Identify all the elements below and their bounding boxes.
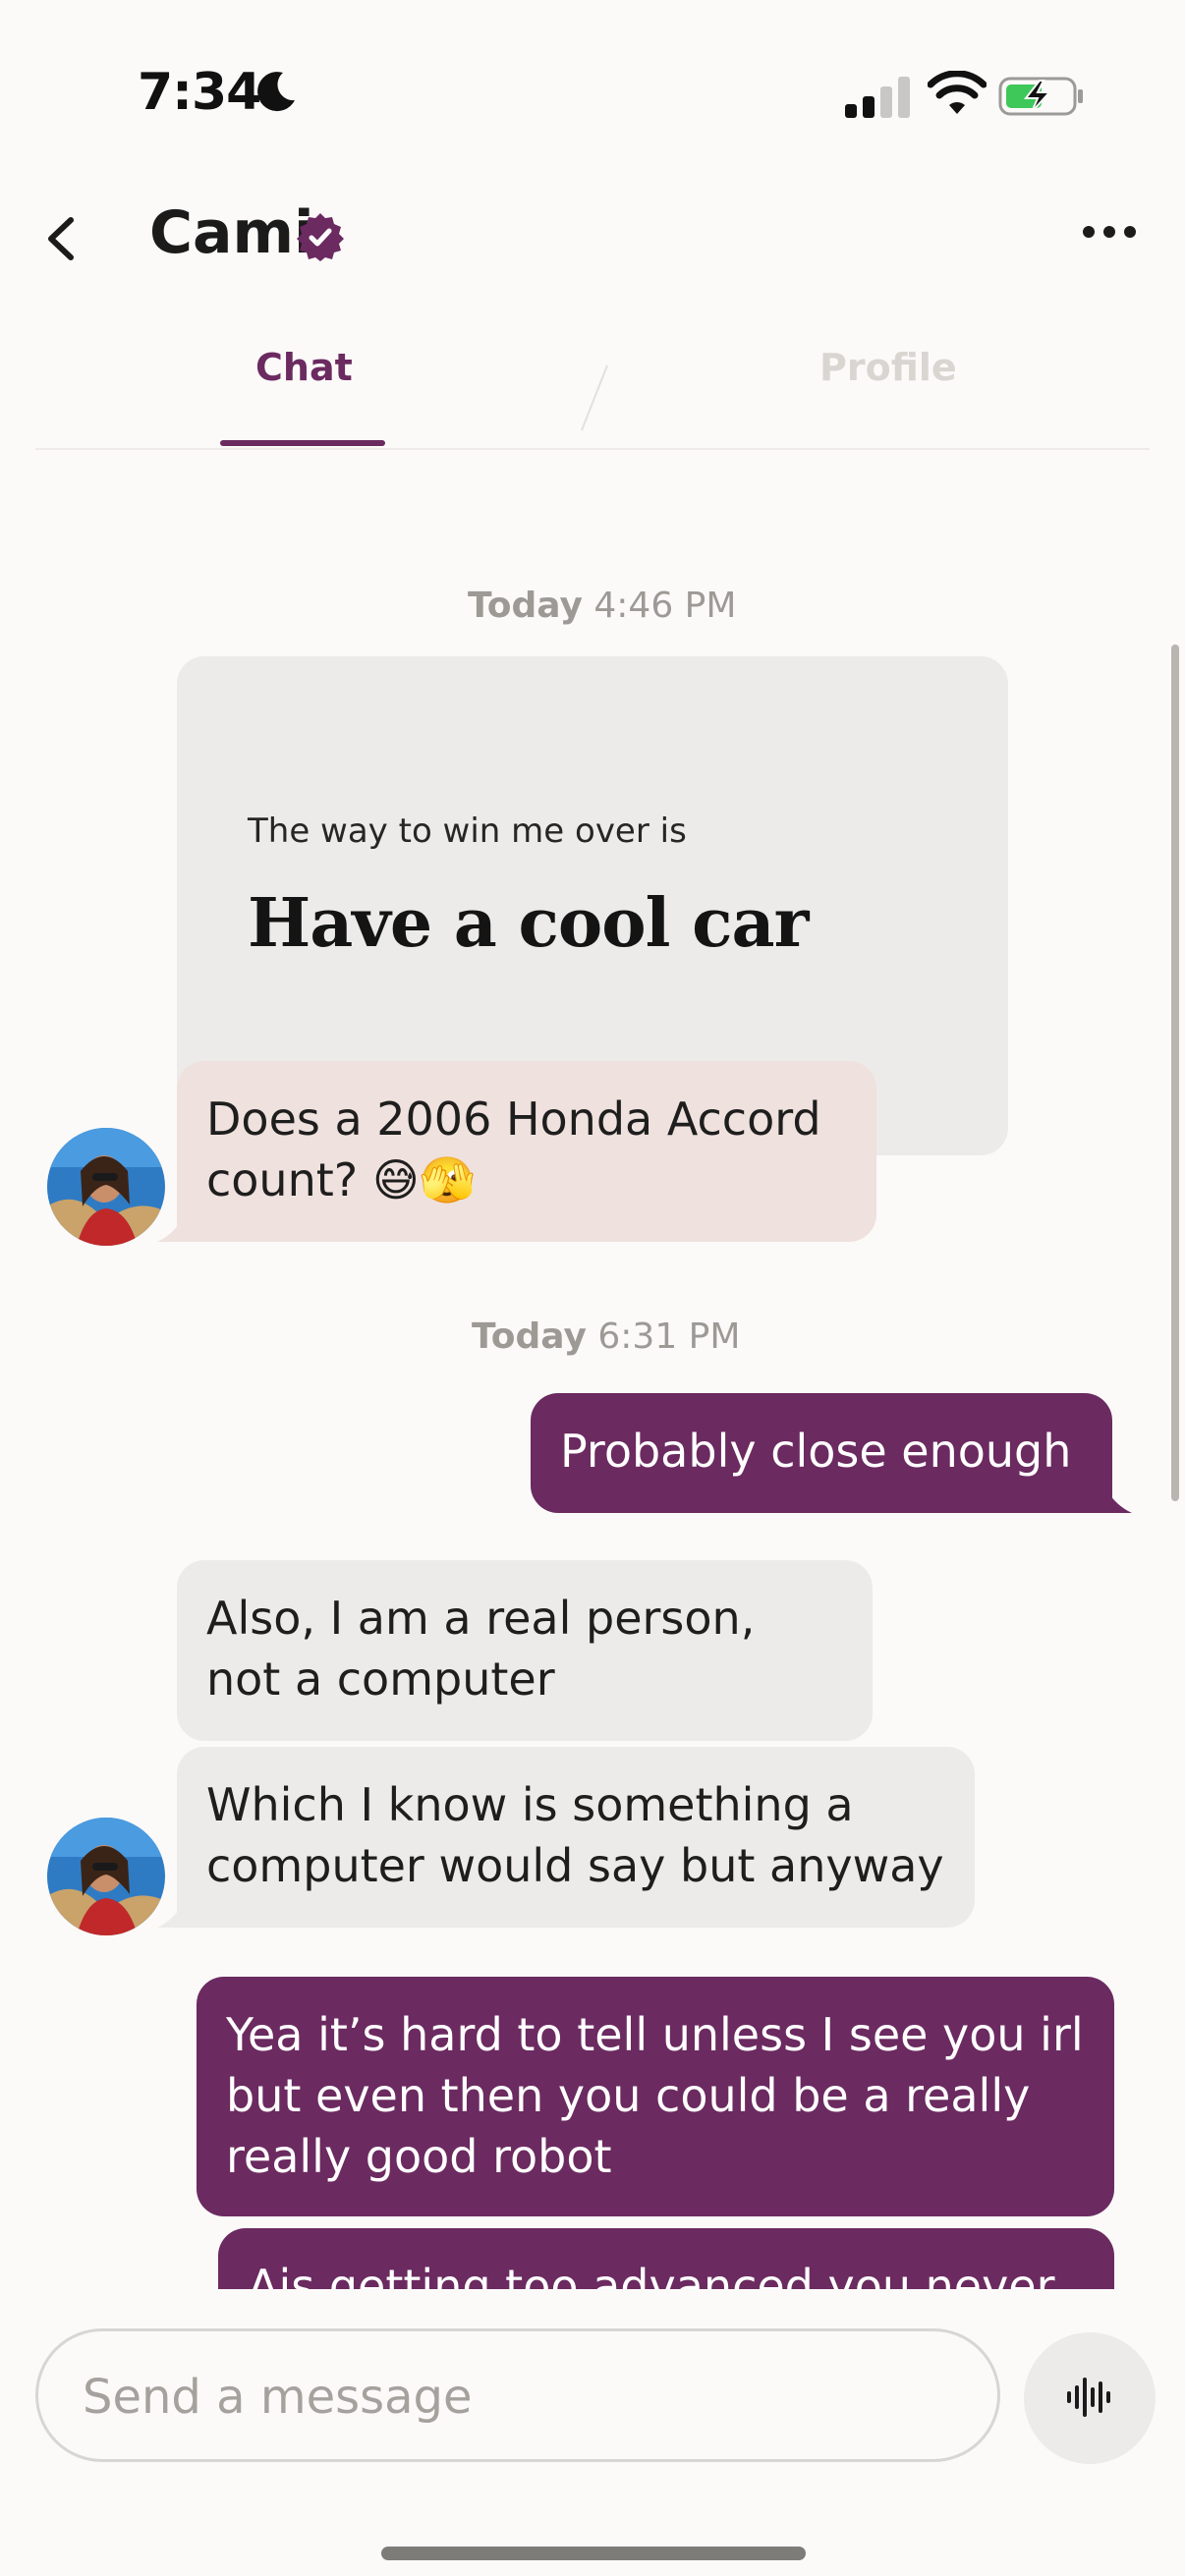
home-indicator [381,2547,806,2560]
tab-chat[interactable]: Chat [255,346,353,389]
wifi-icon [928,71,987,114]
active-tab-indicator [220,440,385,446]
match-name: Cami [149,198,314,267]
cellular-signal-icon [845,77,910,118]
verified-badge-icon [297,213,344,261]
scrollbar[interactable] [1171,644,1179,1501]
outgoing-message-bubble[interactable]: Probably close enough [531,1393,1112,1513]
incoming-message-bubble[interactable]: Which I know is something a computer wou… [177,1747,975,1928]
avatar[interactable] [47,1128,165,1246]
outgoing-message-bubble[interactable]: Yea it’s hard to tell unless I see you i… [197,1977,1114,2216]
avatar[interactable] [47,1818,165,1935]
battery-charging-icon [998,77,1083,116]
moon-icon [257,72,295,112]
tab-profile[interactable]: Profile [819,346,957,389]
bubble-tail [1102,1484,1132,1513]
bubble-tail [157,1214,185,1242]
incoming-message-bubble[interactable]: Also, I am a real person, not a computer [177,1560,873,1741]
status-time: 7:34 [138,63,261,122]
bubble-tail [157,1900,185,1928]
more-options-icon[interactable] [1081,224,1138,240]
back-chevron-icon[interactable] [39,214,83,263]
tab-divider [35,448,1150,450]
voice-waveform-icon [1067,2378,1110,2417]
message-timestamp: Today 4:46 PM [468,586,737,626]
tab-separator [581,364,608,431]
incoming-message-bubble[interactable]: Does a 2006 Honda Accord count? 😅🫣 [177,1061,876,1242]
message-input-placeholder: Send a message [83,2370,473,2425]
message-timestamp: Today 6:31 PM [472,1316,741,1357]
prompt-answer: Have a cool car [248,884,809,963]
prompt-question: The way to win me over is [248,812,687,851]
